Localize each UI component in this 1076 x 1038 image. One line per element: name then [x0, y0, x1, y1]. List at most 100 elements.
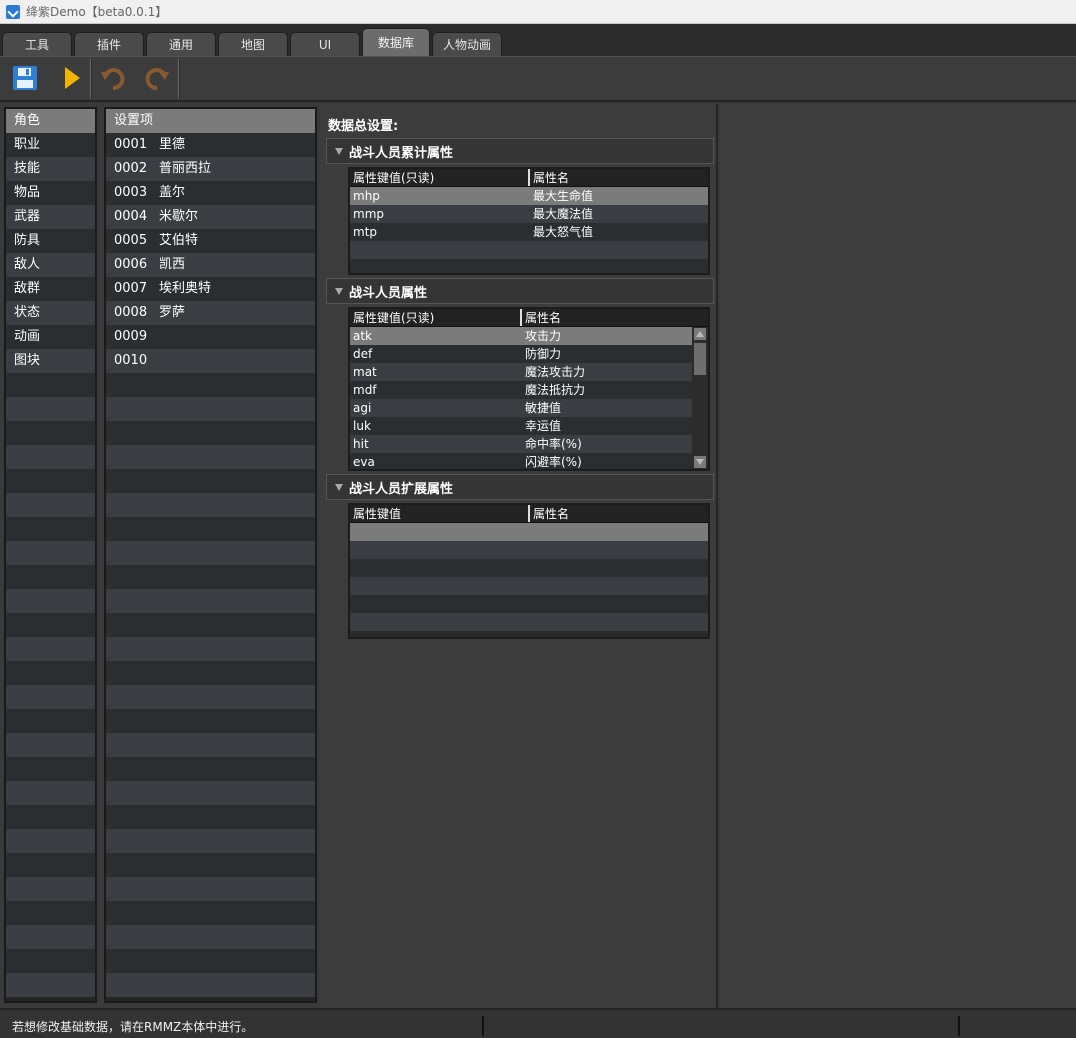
save-button[interactable]: [10, 63, 40, 93]
tab-plugins[interactable]: 插件: [74, 32, 144, 56]
list-item[interactable]: 0007 埃利奥特: [106, 277, 315, 301]
group-title: 战斗人员属性: [349, 285, 428, 301]
empty-row: [106, 661, 315, 685]
undo-icon: [101, 68, 125, 90]
play-icon: [65, 67, 80, 89]
cell-name: 最大魔法值: [533, 207, 594, 221]
item-name: 罗萨: [159, 305, 186, 320]
category-item-armors[interactable]: 防具: [6, 229, 95, 253]
category-item-animations[interactable]: 动画: [6, 325, 95, 349]
collapse-triangle-icon: [335, 287, 343, 295]
item-name: 普丽西拉: [159, 161, 212, 176]
table-row[interactable]: mdf 魔法抵抗力: [350, 381, 692, 399]
cell-key: luk: [353, 419, 371, 433]
cell-name: 最大怒气值: [533, 225, 594, 239]
list-item[interactable]: 0005 艾伯特: [106, 229, 315, 253]
group-title: 战斗人员扩展属性: [349, 481, 454, 497]
list-item[interactable]: 0006 凯西: [106, 253, 315, 277]
category-item-actors[interactable]: 角色: [6, 109, 95, 133]
table-row[interactable]: atk 攻击力: [350, 327, 692, 345]
empty-row: [6, 613, 95, 637]
empty-row: [6, 829, 95, 853]
list-item[interactable]: 0010: [106, 349, 315, 373]
empty-row: [106, 421, 315, 445]
item-name: 埃利奥特: [159, 281, 212, 296]
category-item-skills[interactable]: 技能: [6, 157, 95, 181]
empty-row: [6, 373, 95, 397]
column-header-key: 属性键值(只读): [353, 171, 435, 185]
undo-button[interactable]: [98, 63, 128, 93]
scrollbar-thumb[interactable]: [694, 343, 706, 375]
table-row[interactable]: mtp 最大怒气值: [350, 223, 708, 241]
item-id: 0003: [114, 185, 148, 200]
table-header: 属性键值(只读) 属性名: [350, 309, 708, 327]
group-header-extended-attributes[interactable]: 战斗人员扩展属性: [326, 474, 714, 500]
list-item[interactable]: 0004 米歇尔: [106, 205, 315, 229]
cell-name: 敏捷值: [525, 401, 562, 415]
list-item[interactable]: 0001 里德: [106, 133, 315, 157]
tab-tools[interactable]: 工具: [2, 32, 72, 56]
empty-row: [6, 757, 95, 781]
list-item[interactable]: 0009: [106, 325, 315, 349]
empty-row: [106, 781, 315, 805]
table-row[interactable]: hit 命中率(%): [350, 435, 692, 453]
toolbar-separator: [178, 59, 180, 99]
status-divider: [482, 1016, 484, 1036]
column-header-key: 属性键值(只读): [353, 311, 435, 325]
cell-key: eva: [353, 455, 375, 469]
tab-ui[interactable]: UI: [290, 32, 360, 56]
cell-name: 幸运值: [525, 419, 562, 433]
category-item-classes[interactable]: 职业: [6, 133, 95, 157]
table-row[interactable]: mmp 最大魔法值: [350, 205, 708, 223]
category-item-items[interactable]: 物品: [6, 181, 95, 205]
category-item-tilesets[interactable]: 图块: [6, 349, 95, 373]
column-header-name: 属性名: [528, 505, 708, 522]
run-button[interactable]: [56, 63, 86, 93]
empty-row[interactable]: [350, 523, 708, 541]
empty-row: [350, 577, 708, 595]
empty-row: [6, 925, 95, 949]
empty-row: [6, 493, 95, 517]
list-item[interactable]: 0008 罗萨: [106, 301, 315, 325]
empty-row: [106, 757, 315, 781]
collapse-triangle-icon: [335, 147, 343, 155]
table-row[interactable]: eva 闪避率(%): [350, 453, 692, 469]
empty-row: [6, 637, 95, 661]
empty-row: [6, 397, 95, 421]
tab-map[interactable]: 地图: [218, 32, 288, 56]
window-title: 绛紫Demo【beta0.0.1】: [26, 5, 168, 19]
list-item[interactable]: 0003 盖尔: [106, 181, 315, 205]
list-item[interactable]: 0002 普丽西拉: [106, 157, 315, 181]
empty-row: [106, 469, 315, 493]
table-row[interactable]: luk 幸运值: [350, 417, 692, 435]
redo-button[interactable]: [142, 63, 172, 93]
cell-key: mtp: [353, 225, 378, 239]
empty-row: [6, 565, 95, 589]
tab-character-animation[interactable]: 人物动画: [432, 32, 502, 56]
table-row[interactable]: mhp 最大生命值: [350, 187, 708, 205]
vertical-scrollbar[interactable]: [692, 327, 708, 469]
empty-row: [6, 709, 95, 733]
empty-row: [106, 973, 315, 997]
settings-list: 设置项 0001 里德 0002 普丽西拉 0003 盖尔 0004 米歇尔 0005 艾…: [104, 107, 317, 1003]
empty-row: [6, 589, 95, 613]
table-row[interactable]: agi 敏捷值: [350, 399, 692, 417]
cell-key: mhp: [353, 189, 380, 203]
category-item-weapons[interactable]: 武器: [6, 205, 95, 229]
empty-row: [106, 445, 315, 469]
cell-key: mdf: [353, 383, 377, 397]
category-item-enemies[interactable]: 敌人: [6, 253, 95, 277]
scroll-down-arrow-icon[interactable]: [694, 456, 706, 468]
tab-database[interactable]: 数据库: [362, 28, 430, 56]
category-item-troops[interactable]: 敌群: [6, 277, 95, 301]
tab-general[interactable]: 通用: [146, 32, 216, 56]
table-row[interactable]: def 防御力: [350, 345, 692, 363]
table-header: 属性键值 属性名: [350, 505, 708, 523]
column-header-name: 属性名: [520, 309, 708, 326]
group-header-cumulative-attributes[interactable]: 战斗人员累计属性: [326, 138, 714, 164]
category-item-states[interactable]: 状态: [6, 301, 95, 325]
cell-key: mat: [353, 365, 377, 379]
group-header-battler-attributes[interactable]: 战斗人员属性: [326, 278, 714, 304]
table-row[interactable]: mat 魔法攻击力: [350, 363, 692, 381]
scroll-up-arrow-icon[interactable]: [694, 328, 706, 340]
